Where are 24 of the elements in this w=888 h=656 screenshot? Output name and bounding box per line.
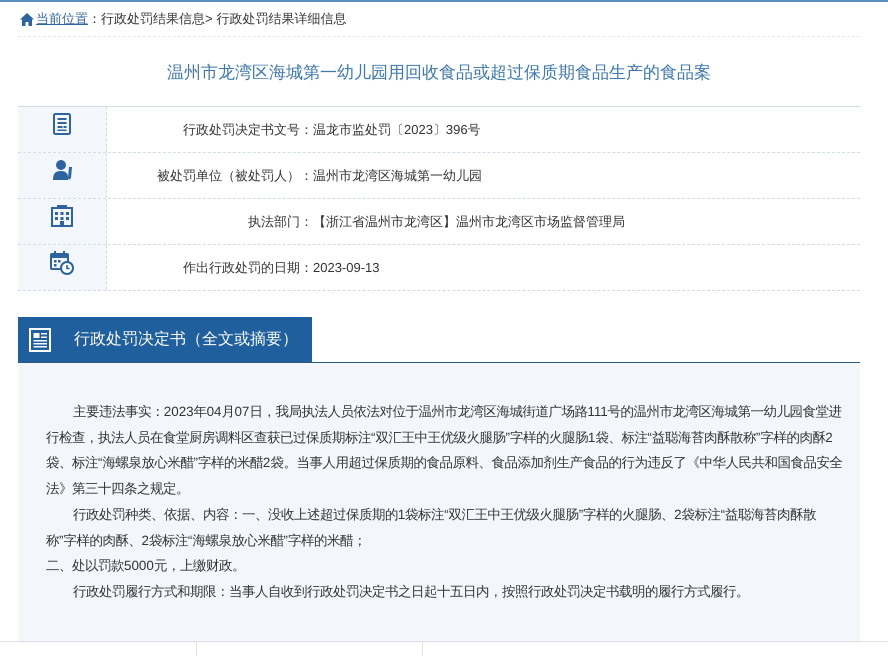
field-value: 温州市龙湾区海城第一幼儿园 (313, 166, 482, 184)
home-icon (20, 12, 34, 26)
field-value: 【浙江省温州市龙湾区】温州市龙湾区市场监督管理局 (313, 212, 625, 230)
document-icon (29, 328, 51, 352)
paragraph: 行政处罚种类、依据、内容：一、没收上述超过保质期的1袋标注“双汇王中王优级火腿肠”字样的火腿肠、2袋标注“益聪海苔肉酥散称”字样的肉酥、2袋标注“海螺泉放心米醋”字样的米醋； (46, 506, 818, 550)
person-icon (52, 159, 72, 181)
calendar-clock-icon (50, 251, 74, 275)
field-label: 被处罚单位（被处罚人）： (156, 166, 313, 184)
breadcrumb-item: 行政处罚结果信息> (101, 10, 213, 28)
field-value: 温龙市监处罚〔2023〕396号 (313, 120, 481, 138)
paragraph: 行政处罚履行方式和期限：当事人自收到行政处罚决定书之日起十五日内，按照行政处罚决定书载明的履行方式履行。 (72, 582, 750, 601)
section-title: 行政处罚决定书（全文或摘要） (74, 330, 298, 350)
document-icon (52, 113, 72, 135)
paragraph: 二、处以罚款5000元，上缴财政。 (46, 557, 246, 576)
field-label: 执法部门： (247, 212, 313, 230)
building-icon (51, 205, 73, 227)
paragraph: 主要违法事实：2023年04月07日，我局执法人员依法对位于温州市龙湾区海城街道广场路111号的温州市龙湾区海城第一幼儿园食堂进行检查，执法人员在食堂厨房调料区查获已过保质期标注“双汇王中王优级火腿肠”字样的火腿肠1袋、标注“益聪海苔肉酥散称”字样的肉酥2袋、标注“海螺泉放心米醋”字样的米醋2袋。当事人用超过保质期的食品原料、食品添加剂生产食品的行为违反了《中华人民共和国食品安全法》第三十四条之规定。 (46, 403, 843, 498)
breadcrumb-separator: ： (88, 10, 101, 28)
breadcrumb-link[interactable]: 当前位置 (36, 10, 88, 28)
field-label: 行政处罚决定书文号： (182, 120, 313, 138)
case-title: 温州市龙湾区海城第一幼儿园用回收食品或超过保质期食品生产的食品案 (18, 37, 860, 107)
breadcrumb-item: 行政处罚结果详细信息 (216, 10, 347, 28)
field-label: 作出行政处罚的日期： (182, 258, 313, 276)
field-value: 2023-09-13 (313, 260, 380, 275)
